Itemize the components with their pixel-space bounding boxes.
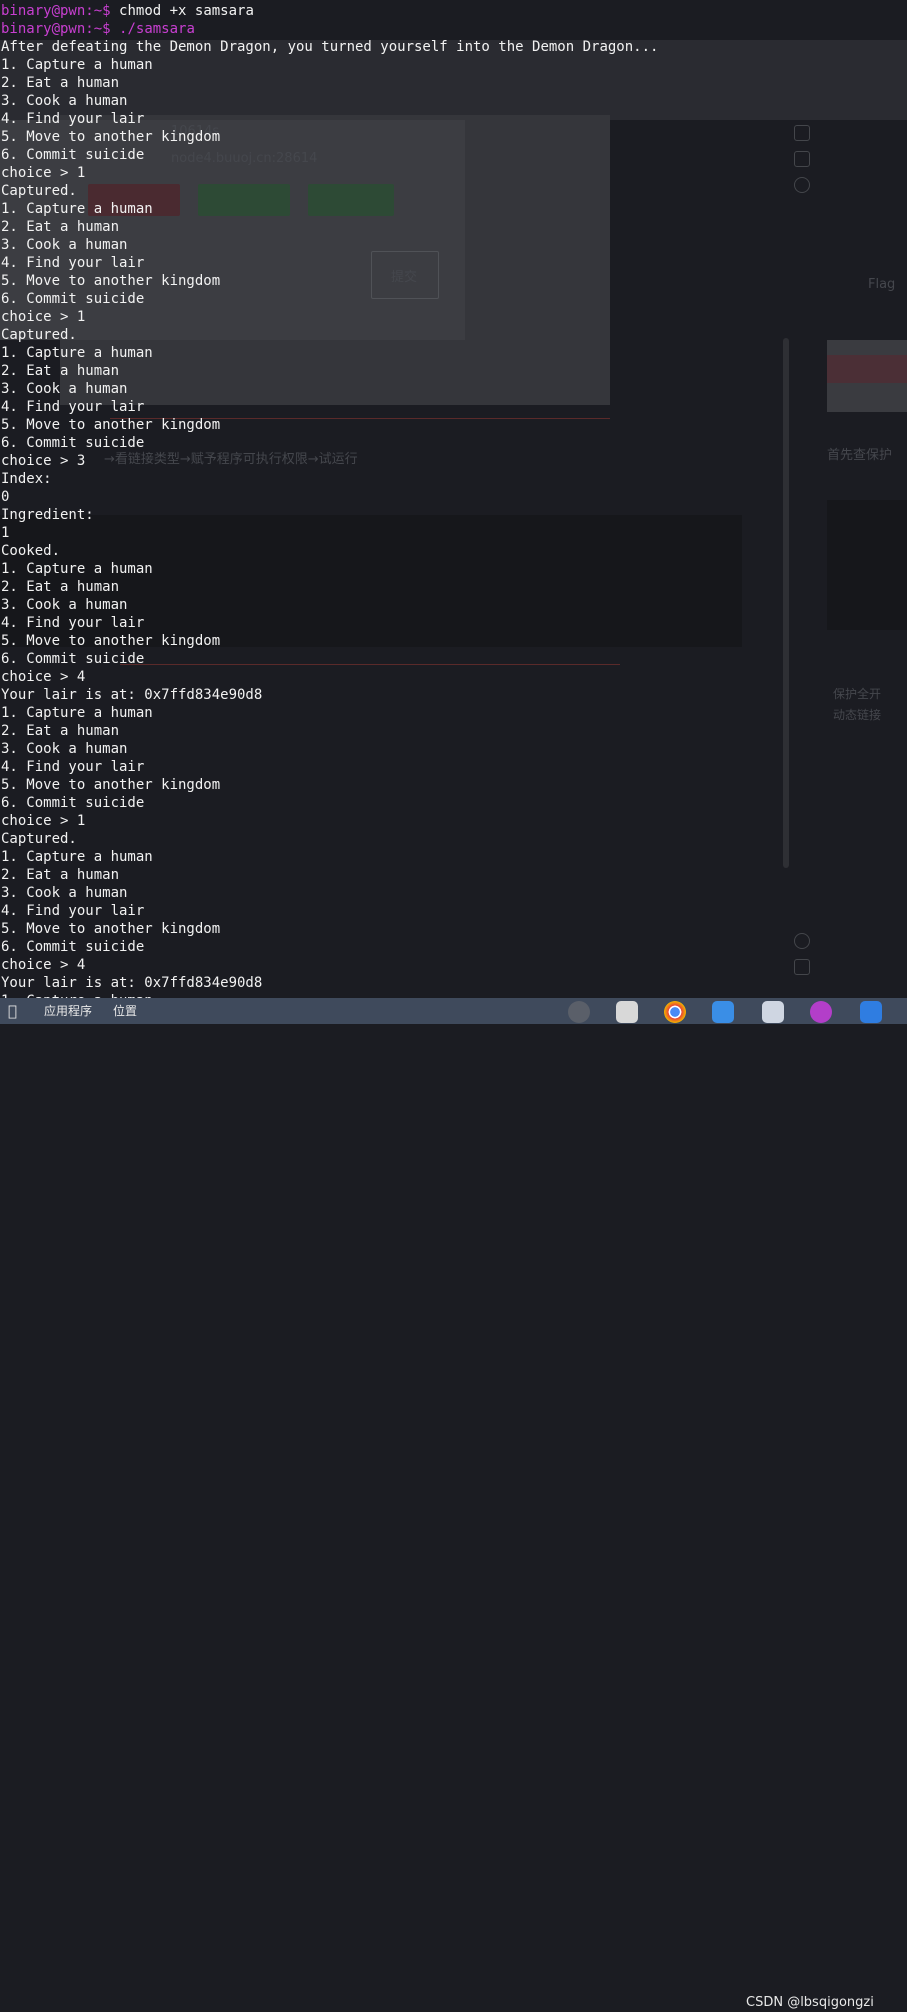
terminal-window[interactable]: binary@pwn:~$ chmod +x samsara binary@pw… (0, 0, 907, 998)
cat-app-icon[interactable] (616, 1001, 638, 1023)
terminal-output-line: 5. Move to another kingdom (1, 417, 221, 433)
terminal-output-line: 1 (1, 525, 10, 541)
terminal-output: binary@pwn:~$ chmod +x samsara binary@pw… (1, 2, 658, 998)
folder-icon[interactable] (712, 1001, 734, 1023)
prompt-user-host: binary@pwn (1, 21, 86, 37)
terminal-output-line: choice > 3 (1, 453, 86, 469)
prompt-separator: :~$ (85, 3, 111, 19)
settings-icon[interactable] (762, 1001, 784, 1023)
terminal-output-line: 3. Cook a human (1, 597, 128, 613)
terminal-output-line: 4. Find your lair (1, 615, 145, 631)
edit-app-icon[interactable] (860, 1001, 882, 1023)
terminal-output-line: 4. Find your lair (1, 111, 145, 127)
terminal-output-line: Captured. (1, 831, 77, 847)
prompt-separator: :~$ (85, 21, 111, 37)
terminal-output-line: Ingredient: (1, 507, 94, 523)
terminal-output-line: 6. Commit suicide (1, 435, 145, 451)
terminal-output-line: Cooked. (1, 543, 61, 559)
terminal-output-line: 3. Cook a human (1, 93, 128, 109)
terminal-output-line: 2. Eat a human (1, 75, 120, 91)
terminal-output-line: 3. Cook a human (1, 885, 128, 901)
terminal-output-line: After defeating the Demon Dragon, you tu… (1, 39, 659, 55)
terminal-output-line: 3. Cook a human (1, 381, 128, 397)
command-text: ./samsara (119, 21, 195, 37)
applications-menu[interactable]: 应用程序 (44, 1003, 92, 1019)
terminal-output-line: 5. Move to another kingdom (1, 129, 221, 145)
terminal-output-line: 5. Move to another kingdom (1, 777, 221, 793)
terminal-output-line: Index: (1, 471, 52, 487)
infinity-app-icon[interactable] (810, 1001, 832, 1023)
terminal-output-line: choice > 1 (1, 813, 86, 829)
terminal-output-line: 6. Commit suicide (1, 291, 145, 307)
terminal-output-line: 1. Capture a human (1, 57, 153, 73)
terminal-output-line: 1. Capture a human (1, 561, 153, 577)
terminal-output-line: Your lair is at: 0x7ffd834e90d8 (1, 975, 263, 991)
terminal-prompt-line: binary@pwn:~$ ./samsara (1, 20, 658, 38)
terminal-output-line: 3. Cook a human (1, 741, 128, 757)
terminal-output-line: 2. Eat a human (1, 867, 120, 883)
terminal-output-line: 1. Capture a human (1, 345, 153, 361)
terminal-output-line: 0 (1, 489, 10, 505)
terminal-output-line: 6. Commit suicide (1, 939, 145, 955)
terminal-output-line: 2. Eat a human (1, 579, 120, 595)
terminal-output-line: 5. Move to another kingdom (1, 273, 221, 289)
terminal-output-line: choice > 1 (1, 165, 86, 181)
terminal-output-line: 4. Find your lair (1, 255, 145, 271)
terminal-output-line: choice > 4 (1, 669, 86, 685)
places-menu[interactable]: 位置 (113, 1003, 137, 1019)
terminal-output-line: 2. Eat a human (1, 219, 120, 235)
prompt-user-host: binary@pwn (1, 3, 86, 19)
command-text: chmod +x samsara (119, 3, 254, 19)
apple-menu-icon[interactable]:  (8, 1002, 24, 1020)
terminal-output-line: Captured. (1, 327, 77, 343)
terminal-output-line: 2. Eat a human (1, 723, 120, 739)
terminal-output-line: 1. Capture a human (1, 849, 153, 865)
terminal-output-line: 6. Commit suicide (1, 147, 145, 163)
terminal-output-line: 6. Commit suicide (1, 795, 145, 811)
terminal-output-line: 2. Eat a human (1, 363, 120, 379)
terminal-output-line: choice > 1 (1, 309, 86, 325)
terminal-prompt-line: binary@pwn:~$ chmod +x samsara (1, 2, 658, 20)
csdn-watermark: CSDN @lbsqigongzi (746, 1995, 874, 2010)
terminal-output-line: Captured. (1, 183, 77, 199)
terminal-output-line: 4. Find your lair (1, 903, 145, 919)
launcher-rocket-icon[interactable] (568, 1001, 590, 1023)
terminal-output-line: 1. Capture a human (1, 201, 153, 217)
taskbar:  应用程序 位置 CSDN @lbsqigongzi (0, 998, 907, 2010)
terminal-output-line: 5. Move to another kingdom (1, 633, 221, 649)
terminal-output-line: 4. Find your lair (1, 759, 145, 775)
terminal-output-line: choice > 4 (1, 957, 86, 973)
chrome-browser-icon[interactable] (664, 1001, 686, 1023)
terminal-output-line: 5. Move to another kingdom (1, 921, 221, 937)
terminal-output-line: 3. Cook a human (1, 237, 128, 253)
terminal-output-line: 4. Find your lair (1, 399, 145, 415)
terminal-output-line: 1. Capture a human (1, 705, 153, 721)
terminal-output-line: Your lair is at: 0x7ffd834e90d8 (1, 687, 263, 703)
terminal-output-line: 6. Commit suicide (1, 651, 145, 667)
